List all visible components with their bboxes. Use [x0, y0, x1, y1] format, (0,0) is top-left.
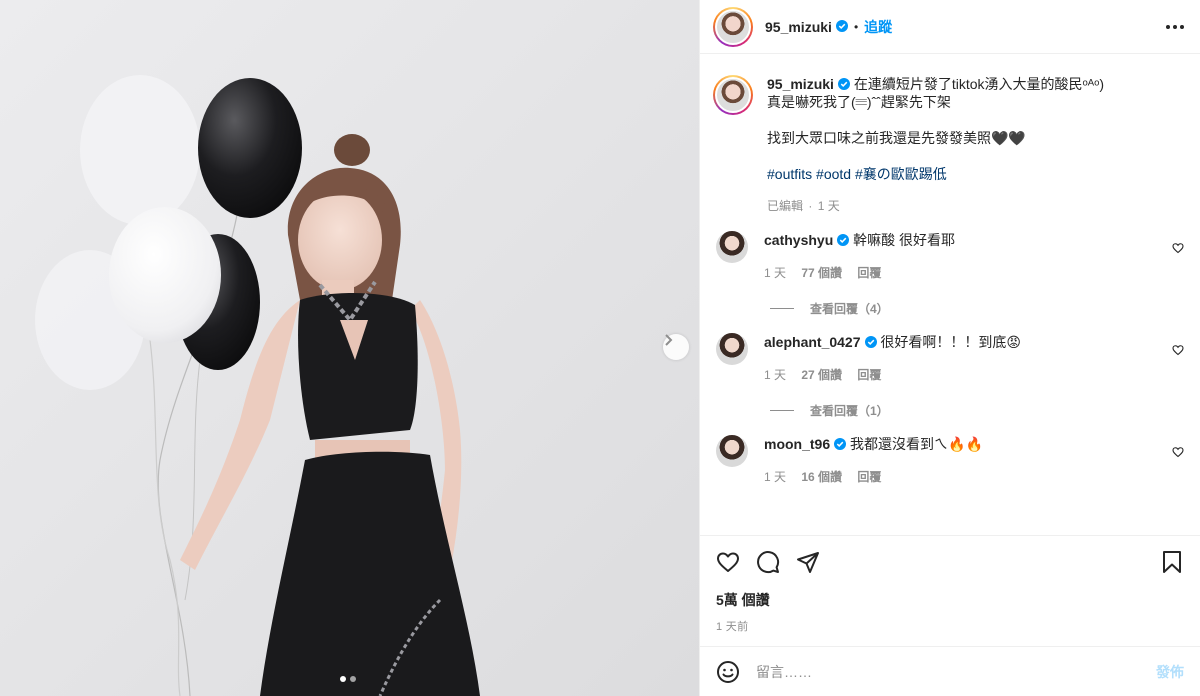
comment-item: moon_t96 我都還沒看到ㄟ🔥🔥 1 天 16 個讚 回覆 — [713, 435, 1184, 486]
separator: • — [853, 19, 859, 34]
like-comment-icon[interactable] — [1172, 241, 1184, 259]
like-comment-icon[interactable] — [1172, 445, 1184, 463]
comment-icon[interactable] — [756, 550, 780, 574]
hashtag-link[interactable]: #ootd — [816, 166, 851, 182]
commenter-username[interactable]: cathyshyu — [764, 232, 833, 248]
post-image[interactable] — [0, 0, 699, 696]
verified-icon — [834, 76, 850, 92]
hashtag-link[interactable]: #outfits — [767, 166, 812, 182]
next-image-button[interactable] — [663, 334, 689, 360]
commenter-username[interactable]: moon_t96 — [764, 436, 830, 452]
comment-item: cathyshyu 幹嘛酸 很好看耶 1 天 77 個讚 回覆 — [713, 231, 1184, 282]
reply-button[interactable]: 回覆 — [857, 368, 881, 382]
photo-illustration — [0, 0, 699, 696]
caption-line-1: 在連續短片發了tiktok湧入大量的酸民ᵒᴬᵒ) — [853, 76, 1105, 92]
follow-button[interactable]: 追蹤 — [864, 17, 892, 37]
commenter-avatar[interactable] — [716, 231, 748, 263]
comment-item: alephant_0427 很好看啊！！！到底😡 1 天 27 個讚 回覆 — [713, 333, 1184, 384]
post-header: 95_mizuki • 追蹤 — [700, 0, 1200, 54]
comment-input[interactable] — [756, 663, 1156, 680]
view-replies-label: 查看回覆（1） — [810, 404, 889, 418]
post-time: 1 天前 — [716, 621, 749, 633]
caption-hashtags: #outfits #ootd #襄の歐歐踢低 — [767, 165, 1184, 183]
carousel-dot — [350, 676, 356, 682]
author-username[interactable]: 95_mizuki — [765, 19, 832, 35]
share-icon[interactable] — [796, 550, 820, 574]
commenter-avatar[interactable] — [716, 435, 748, 467]
comment-time: 1 天 — [764, 266, 787, 280]
carousel-indicator — [340, 676, 356, 682]
save-icon[interactable] — [1160, 550, 1184, 574]
comment-time: 1 天 — [764, 470, 787, 484]
comment-likes[interactable]: 16 個讚 — [801, 470, 842, 484]
verified-icon — [830, 436, 847, 452]
comment-likes[interactable]: 77 個讚 — [801, 266, 842, 280]
view-replies-button[interactable]: 查看回覆（1） — [770, 402, 1184, 419]
author-avatar[interactable] — [713, 6, 753, 47]
comment-composer: 發佈 — [700, 646, 1200, 696]
verified-icon — [861, 334, 877, 350]
view-replies-button[interactable]: 查看回覆（4） — [770, 300, 1184, 317]
comment-likes[interactable]: 27 個讚 — [801, 368, 842, 382]
comments-list[interactable]: 95_mizuki 在連續短片發了tiktok湧入大量的酸民ᵒᴬᵒ) 真是嚇死我… — [700, 55, 1200, 535]
reply-button[interactable]: 回覆 — [857, 266, 881, 280]
carousel-dot-active — [340, 676, 346, 682]
caption: 95_mizuki 在連續短片發了tiktok湧入大量的酸民ᵒᴬᵒ) 真是嚇死我… — [713, 75, 1184, 215]
emoji-icon[interactable] — [716, 660, 740, 684]
commenter-avatar[interactable] — [716, 333, 748, 365]
post-panel: 95_mizuki • 追蹤 95_mizuki 在連續短片發了tiktok湧入… — [699, 0, 1200, 696]
hashtag-link[interactable]: #襄の歐歐踢低 — [855, 166, 947, 182]
likes-count[interactable]: 5萬 個讚 — [716, 590, 1184, 610]
caption-username[interactable]: 95_mizuki — [767, 76, 834, 92]
like-comment-icon[interactable] — [1172, 343, 1184, 361]
caption-time: 1 天 — [817, 199, 840, 213]
verified-icon — [832, 18, 848, 36]
reply-button[interactable]: 回覆 — [857, 470, 881, 484]
heart-icon[interactable] — [716, 550, 740, 574]
comment-text: 我都還沒看到ㄟ🔥🔥 — [850, 436, 983, 452]
comment-time: 1 天 — [764, 368, 787, 382]
comment-text: 很好看啊！！！到底😡 — [880, 334, 1021, 350]
comment-text: 幹嘛酸 很好看耶 — [853, 232, 956, 248]
view-replies-label: 查看回覆（4） — [810, 302, 889, 316]
caption-line-2: 真是嚇死我了(𝄘)ˆˆ趕緊先下架 — [767, 94, 951, 110]
commenter-username[interactable]: alephant_0427 — [764, 334, 861, 350]
verified-icon — [833, 232, 850, 248]
edited-label: 已編輯 — [767, 199, 804, 213]
caption-avatar[interactable] — [713, 75, 753, 115]
post-actions: 5萬 個讚 1 天前 — [700, 535, 1200, 634]
caption-line-3: 找到大眾口味之前我還是先發發美照🖤🖤 — [767, 130, 1026, 146]
meta-dot: · — [808, 199, 813, 213]
more-icon[interactable] — [1166, 24, 1184, 29]
post-comment-button[interactable]: 發佈 — [1156, 662, 1184, 682]
